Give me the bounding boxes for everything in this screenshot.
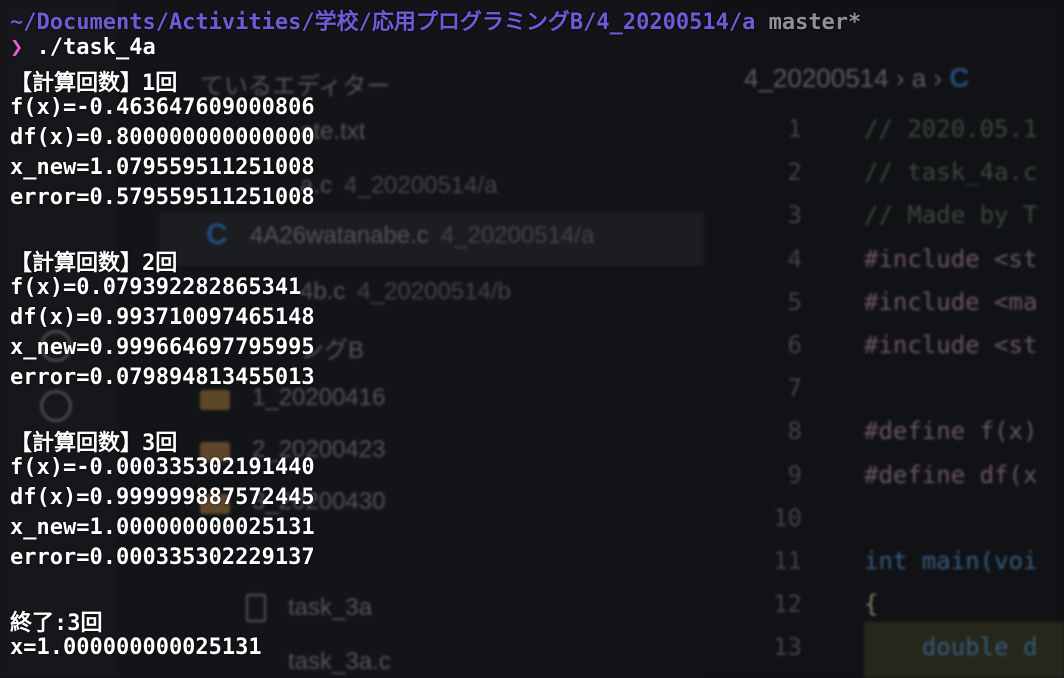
output-dfx: df(x)=0.999999887572445 bbox=[10, 485, 315, 510]
finish-message: 終了:3回 bbox=[10, 611, 103, 636]
command-text: ./task_4a bbox=[36, 35, 156, 60]
output-error: error=0.000335302229137 bbox=[10, 545, 315, 570]
iteration-header: 【計算回数】2回 bbox=[10, 251, 178, 276]
output-x-new: x_new=1.000000000025131 bbox=[10, 515, 315, 540]
command-line[interactable]: ❯ ./task_4a bbox=[10, 35, 156, 60]
output-fx: f(x)=-0.000335302191440 bbox=[10, 455, 315, 480]
prompt-chevron-icon: ❯ bbox=[10, 35, 24, 60]
output-fx: f(x)=-0.463647609000806 bbox=[10, 95, 315, 120]
git-branch: master* bbox=[768, 10, 862, 35]
output-x-new: x_new=1.079559511251008 bbox=[10, 155, 315, 180]
terminal-window[interactable]: ~/Documents/Activities/学校/応用プログラミングB/4_2… bbox=[0, 0, 1064, 678]
prompt-path-line: ~/Documents/Activities/学校/応用プログラミングB/4_2… bbox=[10, 4, 861, 36]
output-dfx: df(x)=0.993710097465148 bbox=[10, 305, 315, 330]
output-dfx: df(x)=0.800000000000000 bbox=[10, 125, 315, 150]
cwd-path: ~/Documents/Activities/学校/応用プログラミングB/4_2… bbox=[10, 10, 756, 35]
output-fx: f(x)=0.079392282865341 bbox=[10, 275, 302, 300]
final-result: x=1.000000000025131 bbox=[10, 635, 262, 660]
output-error: error=0.079894813455013 bbox=[10, 365, 315, 390]
output-error: error=0.579559511251008 bbox=[10, 185, 315, 210]
iteration-header: 【計算回数】1回 bbox=[10, 71, 178, 96]
iteration-header: 【計算回数】3回 bbox=[10, 431, 178, 456]
output-x-new: x_new=0.999664697795995 bbox=[10, 335, 315, 360]
